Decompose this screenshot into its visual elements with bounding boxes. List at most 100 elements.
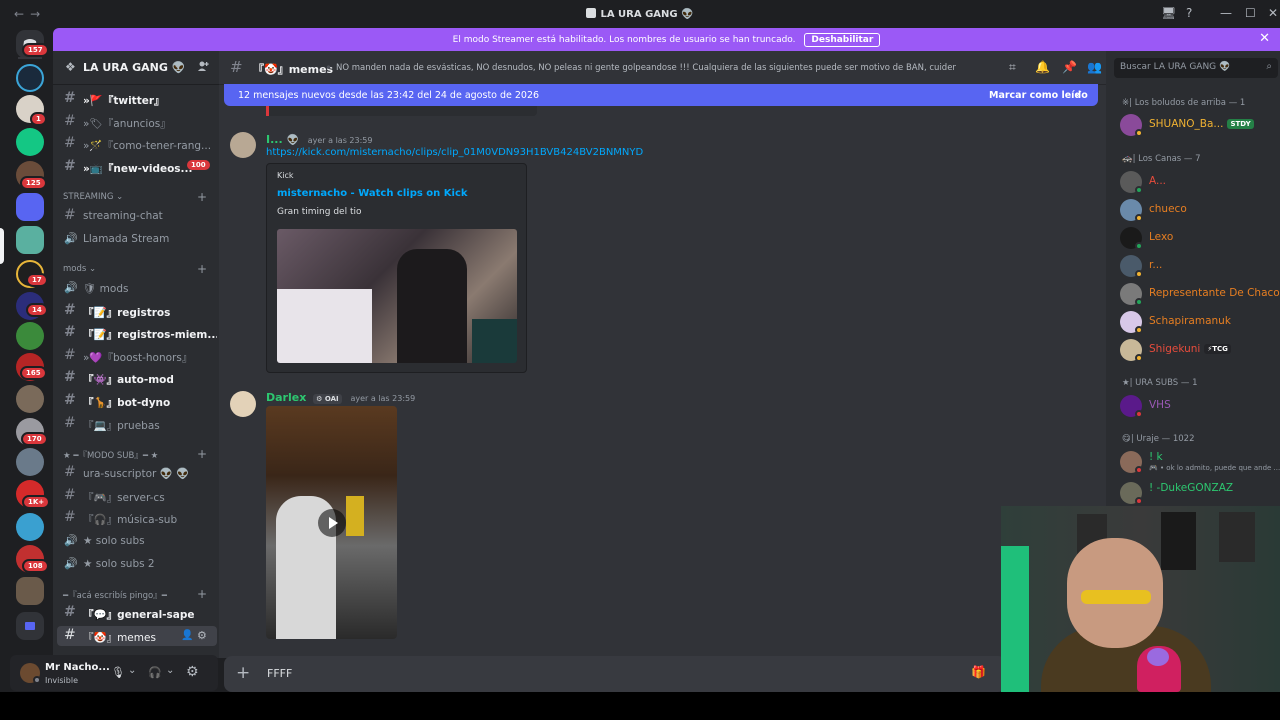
channel-registros[interactable]: # 『📝』registros	[57, 301, 217, 321]
invite-people-icon[interactable]	[197, 60, 209, 75]
username[interactable]: Mr Nacho...	[45, 662, 110, 673]
disable-streamer-button[interactable]: Deshabilitar	[804, 33, 881, 47]
category-aca-escribis-pingo[interactable]: ━『acá escribís pingo』━ +	[63, 587, 207, 601]
threads-icon[interactable]: ⌗	[1009, 60, 1016, 75]
chevron-down-icon[interactable]: ⌄	[128, 665, 136, 676]
help-icon[interactable]: ?	[1186, 6, 1192, 20]
avatar[interactable]	[230, 132, 256, 158]
add-attachment-icon[interactable]: +	[236, 663, 250, 683]
minimize-button[interactable]: —	[1220, 6, 1232, 20]
pin-icon[interactable]: 📌	[1062, 60, 1077, 74]
member-item[interactable]: VHS	[1118, 394, 1278, 418]
channel-como-tener-rango[interactable]: # »🪄『como-tener-rang...	[57, 134, 217, 154]
category-streaming[interactable]: STREAMING ⌄ +	[63, 190, 207, 204]
channel-boost-honors[interactable]: # »💜『boost-honors』	[57, 346, 217, 366]
server-icon[interactable]	[16, 193, 44, 221]
channel-ura-suscriptor[interactable]: # ura-suscriptor 👽 👽	[57, 463, 217, 483]
text-channel-icon: #	[64, 347, 76, 363]
message-author[interactable]: Darlex	[266, 391, 306, 404]
server-badge: 125	[20, 176, 47, 190]
member-item[interactable]: ! -DukeGONZAZ	[1118, 481, 1278, 505]
member-item[interactable]: chueco	[1118, 198, 1278, 222]
embed-thumbnail[interactable]	[277, 229, 517, 363]
gear-icon[interactable]: ⚙	[197, 629, 207, 642]
gift-icon[interactable]: 🎁	[971, 665, 986, 679]
channel-solo-subs[interactable]: 🔊 ★ solo subs	[57, 531, 217, 551]
channel-llamada-stream[interactable]: 🔊 Llamada Stream	[57, 229, 217, 249]
server-icon[interactable]	[16, 385, 44, 413]
channel-memes[interactable]: # 『🤡』memes 👤 ⚙	[57, 626, 217, 646]
channel-streaming-chat[interactable]: # streaming-chat	[57, 206, 217, 226]
channel-solo-subs-2[interactable]: 🔊 ★ solo subs 2	[57, 554, 217, 574]
member-list-icon[interactable]: 👥	[1087, 60, 1102, 74]
notification-bell-icon[interactable]: 🔔	[1035, 60, 1050, 74]
add-channel-icon[interactable]: +	[197, 190, 207, 204]
category-mods[interactable]: mods ⌄ +	[63, 262, 207, 276]
member-name: VHS	[1149, 399, 1171, 411]
server-icon[interactable]	[16, 577, 44, 605]
microphone-icon[interactable]: 🎙	[111, 666, 125, 679]
thumbnail-figure	[397, 249, 467, 363]
guild-header[interactable]: ❖ LA URA GANG 👽 ⌄	[53, 51, 219, 85]
channel-musica-sub[interactable]: # 『🎧』música-sub	[57, 508, 217, 528]
inbox-icon[interactable]: 🖥	[1161, 6, 1176, 20]
member-item[interactable]: ! k 🎮 • ok lo admito, puede que ande ...	[1118, 450, 1280, 474]
message-link[interactable]: https://kick.com/misternacho/clips/clip_…	[266, 147, 643, 158]
message-input[interactable]: FFFF	[267, 667, 292, 680]
add-channel-icon[interactable]: +	[197, 587, 207, 601]
member-item[interactable]: Lexo	[1118, 226, 1278, 250]
plush-toy-head	[1147, 648, 1169, 666]
chevron-down-icon[interactable]: ⌄	[166, 665, 174, 676]
channel-label: Llamada Stream	[83, 233, 170, 245]
close-window-button[interactable]: ✕	[1268, 6, 1278, 20]
add-channel-icon[interactable]: +	[197, 262, 207, 276]
category-modo-sub[interactable]: ★ ━『MODO SUB』━ ★ +	[63, 447, 207, 461]
server-icon[interactable]	[16, 513, 44, 541]
channel-general-sape[interactable]: # 『💬』general-sape	[57, 603, 217, 623]
server-icon-la-ura-gang[interactable]	[16, 226, 44, 254]
member-item[interactable]: Representante De Chaco	[1118, 282, 1280, 306]
server-icon[interactable]	[16, 322, 44, 350]
server-icon[interactable]	[16, 448, 44, 476]
channel-mods-voice[interactable]: 🔊 🛡 mods	[57, 278, 217, 298]
channel-registros-miembros[interactable]: # 『📝』registros-miem...	[57, 323, 217, 343]
add-member-icon[interactable]: 👤	[181, 630, 193, 641]
channel-new-videos[interactable]: # »📺『new-videos... 100	[57, 157, 217, 177]
maximize-button[interactable]: ☐	[1245, 6, 1256, 20]
channel-auto-mod[interactable]: # 『👾』auto-mod	[57, 368, 217, 388]
member-name: Lexo	[1149, 231, 1174, 243]
mark-read-icon[interactable]: ✓	[1075, 89, 1083, 100]
play-button[interactable]	[318, 509, 346, 537]
channel-anuncios[interactable]: # »🏷『anuncios』	[57, 112, 217, 132]
server-icon[interactable]	[16, 64, 44, 92]
member-item[interactable]: A...	[1118, 170, 1278, 194]
channel-bot-dyno[interactable]: # 『🦒』bot-dyno	[57, 391, 217, 411]
channel-pruebas[interactable]: # 『💻』pruebas	[57, 414, 217, 434]
active-server-pill	[0, 228, 4, 264]
video-attachment[interactable]	[266, 406, 397, 639]
server-tag[interactable]: ⚙ OAI	[313, 394, 342, 404]
window-title: LA URA GANG 👽	[0, 8, 1280, 20]
server-icon[interactable]	[16, 128, 44, 156]
member-name: Schapiramanuk	[1149, 315, 1231, 327]
message-author[interactable]: I...	[266, 133, 283, 146]
member-group-header: 🚓| Los Canas — 7	[1122, 154, 1201, 164]
close-banner-icon[interactable]: ✕	[1259, 31, 1270, 46]
search-input[interactable]: Buscar LA URA GANG 👽 ⌕	[1114, 58, 1278, 78]
headset-icon[interactable]: 🎧	[148, 666, 162, 679]
channel-twitter[interactable]: # »🚩『twitter』	[57, 89, 217, 109]
mark-read-button[interactable]: Marcar como leído	[989, 90, 1088, 101]
add-channel-icon[interactable]: +	[197, 447, 207, 461]
server-folder-icon[interactable]	[16, 612, 44, 640]
member-item[interactable]: SHUANO_Ba... STDY	[1118, 113, 1278, 137]
channel-server-cs[interactable]: # 『🎮』server-cs	[57, 486, 217, 506]
settings-icon[interactable]: ⚙	[186, 664, 199, 680]
member-item[interactable]: r...	[1118, 254, 1278, 278]
avatar[interactable]	[230, 391, 256, 417]
channel-label: streaming-chat	[83, 210, 163, 222]
member-item[interactable]: Shigekuni ⚡TCG	[1118, 338, 1278, 362]
member-item[interactable]: Schapiramanuk	[1118, 310, 1278, 334]
new-messages-bar[interactable]: 12 mensajes nuevos desde las 23:42 del 2…	[224, 84, 1098, 106]
embed-title[interactable]: misternacho - Watch clips on Kick	[277, 188, 468, 199]
channel-topic[interactable]: NO manden nada de esvásticas, NO desnudo…	[336, 63, 956, 73]
